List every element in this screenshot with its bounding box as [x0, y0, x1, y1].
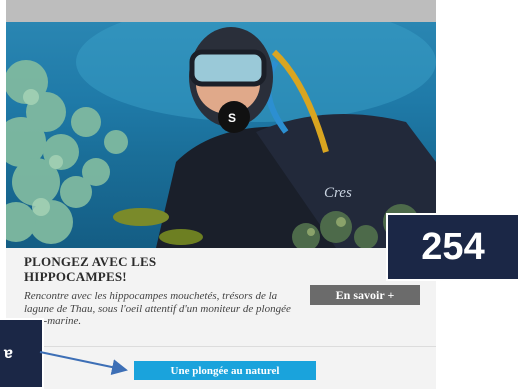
annotation-left-box: ɐ	[0, 318, 44, 389]
card-description: Rencontre avec les hippocampes mouchetés…	[24, 290, 291, 327]
card-title: PLONGEZ AVEC LES HIPPOCAMPES!	[24, 254, 157, 284]
learn-more-button[interactable]: En savoir +	[310, 285, 420, 305]
wetsuit-brand-text: Cres	[324, 185, 352, 201]
diver-illustration: S Cres	[6, 22, 436, 248]
promo-card: S Cres PLONGEZ AVEC LES HIPPOCAMPES! Ren…	[6, 0, 436, 389]
natural-dive-button[interactable]: Une plongée au naturel	[134, 361, 316, 380]
diver-photo: S Cres	[6, 22, 436, 248]
card-divider	[6, 346, 436, 347]
card-top-bar	[6, 0, 436, 22]
svg-text:S: S	[228, 111, 236, 125]
annotation-number-badge: 254	[386, 213, 520, 281]
